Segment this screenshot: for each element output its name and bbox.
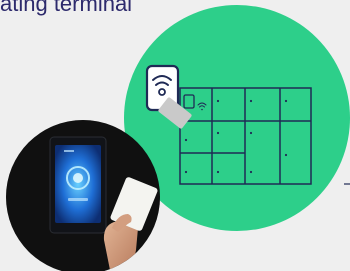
locker-illustration [6, 5, 350, 271]
